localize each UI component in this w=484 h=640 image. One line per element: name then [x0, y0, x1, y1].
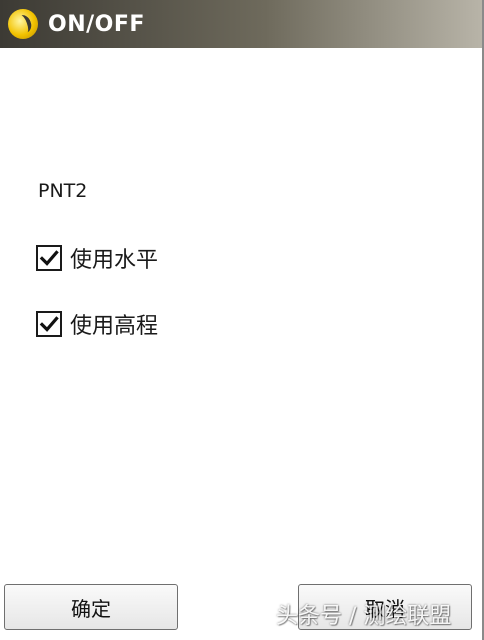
ok-button[interactable]: 确定 [4, 584, 178, 630]
use-horizontal-label: 使用水平 [70, 248, 159, 273]
use-elevation-label: 使用高程 [70, 314, 159, 339]
use-elevation-option[interactable]: 使用高程 [36, 308, 158, 340]
app-logo-icon [8, 9, 38, 39]
cancel-button[interactable]: 取消 [298, 584, 472, 630]
use-horizontal-checkbox[interactable] [36, 245, 62, 271]
checkmark-icon [39, 316, 59, 332]
point-name-label: PNT2 [38, 180, 88, 202]
use-elevation-checkbox[interactable] [36, 311, 62, 337]
use-horizontal-option[interactable]: 使用水平 [36, 242, 158, 274]
window-title: ON/OFF [48, 11, 145, 37]
checkmark-icon [39, 250, 59, 266]
dialog-window: ON/OFF PNT2 使用水平 使用高程 确定 取消 头条号 / 测绘联盟 [0, 0, 484, 640]
title-bar[interactable]: ON/OFF [0, 0, 482, 48]
